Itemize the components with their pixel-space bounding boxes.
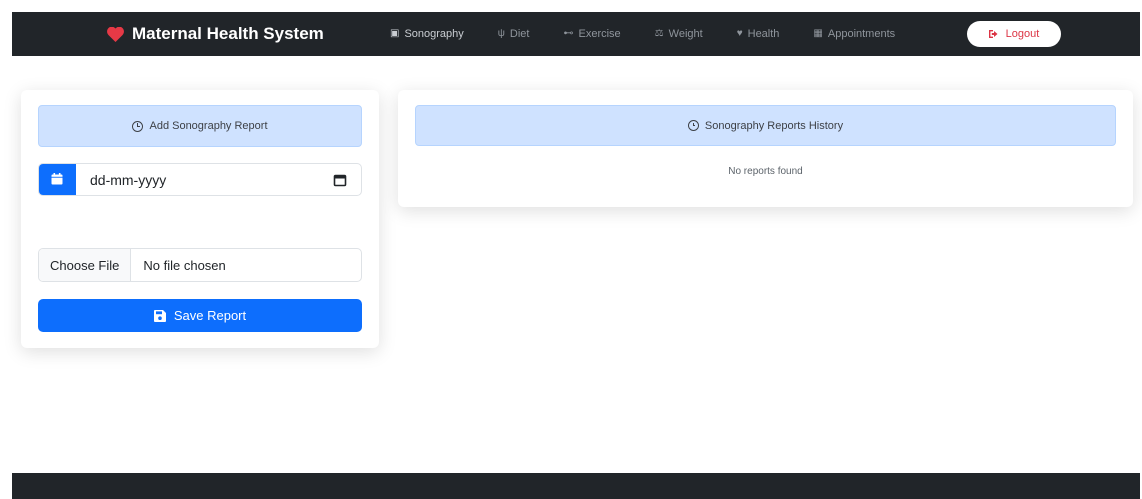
clock-icon [687,120,699,131]
nav-link-sonography[interactable]: ▣ Sonography [390,28,464,40]
brand[interactable]: Maternal Health System [107,12,324,56]
dumbbell-icon: ⊷ [563,28,574,39]
save-report-label: Save Report [173,308,247,323]
add-report-title: Add Sonography Report [149,120,268,132]
heartbeat-icon: ♥ [736,28,743,39]
clock-icon [132,120,144,132]
nav-link-label: Weight [668,28,703,40]
nav-link-label: Appointments [827,28,896,40]
empty-reports-message: No reports found [728,166,803,177]
calendar-icon: ▦ [813,28,823,39]
sign-out-icon [988,30,998,38]
nav-link-label: Diet [509,28,530,40]
top-navbar: Maternal Health System ▣ Sonography ψ Di… [12,12,1140,56]
nav-link-label: Sonography [404,28,464,40]
nav-link-label: Health [747,28,780,40]
save-icon [153,309,166,322]
nav-link-label: Exercise [578,28,621,40]
file-status: No file chosen [143,257,226,273]
date-picker-icon[interactable] [333,173,347,187]
calendar-icon [51,173,63,185]
reports-history-header: Sonography Reports History [415,105,1116,146]
heart-icon [107,26,124,42]
nav-link-exercise[interactable]: ⊷ Exercise [563,28,620,40]
brand-title: Maternal Health System [132,24,324,43]
save-report-button[interactable]: Save Report [38,299,362,332]
nav-links: ▣ Sonography ψ Diet ⊷ Exercise ⚖ Weight … [390,12,929,56]
logout-label: Logout [1005,28,1040,40]
report-date-input[interactable]: dd-mm-yyyy [38,163,362,196]
utensils-icon: ψ [497,28,505,39]
choose-file-button[interactable]: Choose File [39,249,132,281]
nav-link-weight[interactable]: ⚖ Weight [655,28,703,40]
reports-history-card: Sonography Reports History No reports fo… [398,90,1133,207]
nav-link-diet[interactable]: ψ Diet [498,28,530,40]
logout-button[interactable]: Logout [967,21,1061,47]
scale-icon: ⚖ [654,28,664,39]
calendar-button[interactable] [39,164,76,195]
image-icon: ▣ [390,28,400,39]
add-report-header: Add Sonography Report [38,105,362,147]
nav-link-health[interactable]: ♥ Health [737,28,780,40]
date-placeholder: dd-mm-yyyy [90,171,167,188]
nav-link-appointments[interactable]: ▦ Appointments [813,28,895,40]
add-report-card: Add Sonography Report dd-mm-yyyy Choose … [21,90,379,348]
reports-history-title: Sonography Reports History [704,119,844,132]
file-input[interactable]: Choose File No file chosen [38,248,362,282]
footer [12,473,1140,499]
